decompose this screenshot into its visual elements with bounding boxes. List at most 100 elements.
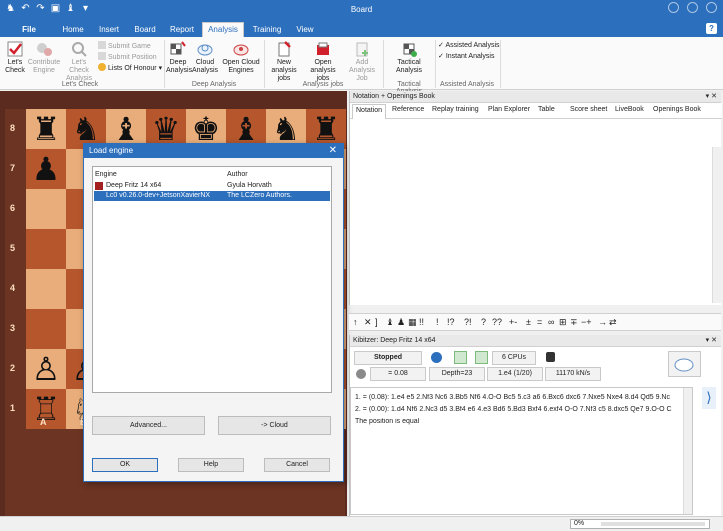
zoom-out-icon[interactable] [475,351,488,364]
kibitzer-scrollbar[interactable] [683,388,692,514]
instant-analysis-toggle[interactable]: ✓ Instant Analysis [438,52,494,62]
ok-button[interactable]: OK [92,458,158,472]
group-label-lets-check: Let's Check [61,81,99,88]
panel-controls[interactable]: ▾ ✕ [706,335,717,347]
zoom-in-icon[interactable] [454,351,467,364]
column-header-engine[interactable]: Engine [95,171,117,178]
kibitzer-line: 1. = (0.08): 1.e4 e5 2.Nf3 Nc6 3.Bb5 Nf6… [355,394,670,401]
notation-panel: Notation + Openings Book ▾ ✕ Notation Re… [349,91,722,305]
tab-board[interactable]: Board [130,23,160,37]
annotation-symbol-button[interactable]: ♝ [386,317,394,328]
lock-icon[interactable] [546,352,555,362]
open-cloud-engines-button[interactable]: Open Cloud Engines [220,40,262,75]
annotation-symbol-button[interactable]: !? [447,317,455,327]
annotation-symbol-button[interactable]: +- [509,317,517,327]
tab-file[interactable]: File [16,23,42,37]
chess-piece-icon[interactable]: ♙ [26,349,66,389]
tab-view[interactable]: View [292,23,318,37]
cloud-icon [197,44,213,56]
minimize-icon[interactable] [668,2,679,13]
deep-analysis-button[interactable]: Deep Analysis [166,40,192,75]
chess-piece-icon[interactable]: ♟ [26,149,66,189]
tab-analysis[interactable]: Analysis [202,22,244,37]
dialog-close-icon[interactable]: ✕ [329,144,337,158]
tab-plan-explorer[interactable]: Plan Explorer [488,106,530,113]
help-icon[interactable]: ? [706,23,717,34]
tactical-analysis-button[interactable]: Tactical Analysis [388,40,430,75]
tab-reference[interactable]: Reference [392,106,424,113]
annotation-symbol-button[interactable]: ] [375,317,378,327]
cpu-count[interactable]: 6 CPUs [492,351,536,365]
advanced-button[interactable]: Advanced... [92,416,205,435]
current-move: 1.e4 (1/20) [487,367,543,381]
annotation-symbol-button[interactable]: ↑ [353,317,358,327]
annotation-symbol-button[interactable]: −+ [581,317,592,327]
chess-piece-icon[interactable]: ♜ [26,109,66,149]
dialog-title: Load engine [89,146,134,155]
play-icon[interactable] [431,352,442,363]
help-button[interactable]: Help [178,458,244,472]
annotation-symbol-button[interactable]: ⊞ [559,317,567,328]
cloud-analysis-button[interactable]: Cloud Analysis [191,40,219,75]
group-label-assisted: Assisted Analysis [439,81,495,88]
submit-game-button[interactable]: Submit Game [98,41,151,52]
notation-scrollbar[interactable] [712,147,721,303]
depth-value: Depth=23 [429,367,485,381]
add-analysis-job-button[interactable]: Add Analysis Job [343,40,381,83]
annotation-symbol-button[interactable]: ✕ [364,317,372,328]
chevron-right-icon[interactable]: ⟩ [702,387,716,409]
column-header-author[interactable]: Author [227,171,248,178]
annotation-symbol-button[interactable]: ± [526,317,531,327]
annotation-symbol-button[interactable]: ▦ [408,317,417,328]
tab-table[interactable]: Table [538,106,555,113]
annotation-symbol-button[interactable]: ∞ [548,317,554,327]
tab-replay-training[interactable]: Replay training [432,106,479,113]
chess-board-icon [170,41,186,55]
board-square[interactable] [26,269,66,309]
annotation-symbol-button[interactable]: ∓ [570,317,578,328]
annotation-symbol-button[interactable]: ⇄ [609,317,617,328]
tab-livebook[interactable]: LiveBook [615,106,644,113]
tab-report[interactable]: Report [166,23,198,37]
maximize-icon[interactable] [687,2,698,13]
lists-of-honour-button[interactable]: Lists Of Honour ▾ [98,63,162,74]
tab-training[interactable]: Training [248,23,286,37]
check-icon: ✓ [438,42,444,49]
tab-notation[interactable]: Notation [352,104,387,119]
annotation-symbol-button[interactable]: !! [419,317,424,327]
assisted-analysis-toggle[interactable]: ✓ Assisted Analysis [438,41,500,51]
kibitzer-output[interactable]: 1. = (0.08): 1.e4 e5 2.Nf3 Nc6 3.Bb5 Nf6… [350,387,693,515]
annotation-symbol-button[interactable]: ?? [492,317,502,327]
annotation-symbol-button[interactable]: = [537,317,542,327]
board-square[interactable] [26,309,66,349]
rank-label: 1 [10,403,16,413]
engine-status[interactable]: Stopped [354,351,422,365]
contribute-engine-button[interactable]: Contribute Engine [27,40,61,75]
annotation-symbol-button[interactable]: ♟ [397,317,405,328]
tab-home[interactable]: Home [56,23,90,37]
board-square[interactable] [26,229,66,269]
tab-insert[interactable]: Insert [94,23,124,37]
cloud-button[interactable]: -> Cloud [218,416,331,435]
tab-openings-book[interactable]: Openings Book [653,106,701,113]
add-job-icon [356,42,368,57]
cloud-button[interactable] [668,351,701,377]
panel-controls[interactable]: ▾ ✕ [706,91,717,103]
cancel-button[interactable]: Cancel [264,458,330,472]
open-analysis-jobs-button[interactable]: Open analysis jobs [304,40,342,83]
lets-check-button[interactable]: Let's Check [3,40,27,75]
magnifier-icon [72,42,87,57]
tab-score-sheet[interactable]: Score sheet [570,106,607,113]
annotation-symbol-button[interactable]: ? [481,317,486,327]
close-icon[interactable] [706,2,717,13]
submit-position-button[interactable]: Submit Position [98,52,157,63]
new-analysis-jobs-button[interactable]: New analysis jobs [265,40,303,83]
engine-list[interactable]: Engine Author Deep Fritz 14 x64 Gyula Ho… [92,166,332,393]
annotation-symbol-button[interactable]: ! [436,317,439,327]
annotation-symbol-button[interactable]: → [598,317,607,327]
lets-check-analysis-button[interactable]: Let's Check Analysis [62,40,96,83]
engine-row[interactable]: Deep Fritz 14 x64 Gyula Horvath [94,181,330,191]
engine-row-selected[interactable]: Lc0 v0.26.0-dev+JetsonXavierNX The LCZer… [94,191,330,201]
annotation-symbol-button[interactable]: ?! [464,317,472,327]
board-square[interactable] [26,189,66,229]
